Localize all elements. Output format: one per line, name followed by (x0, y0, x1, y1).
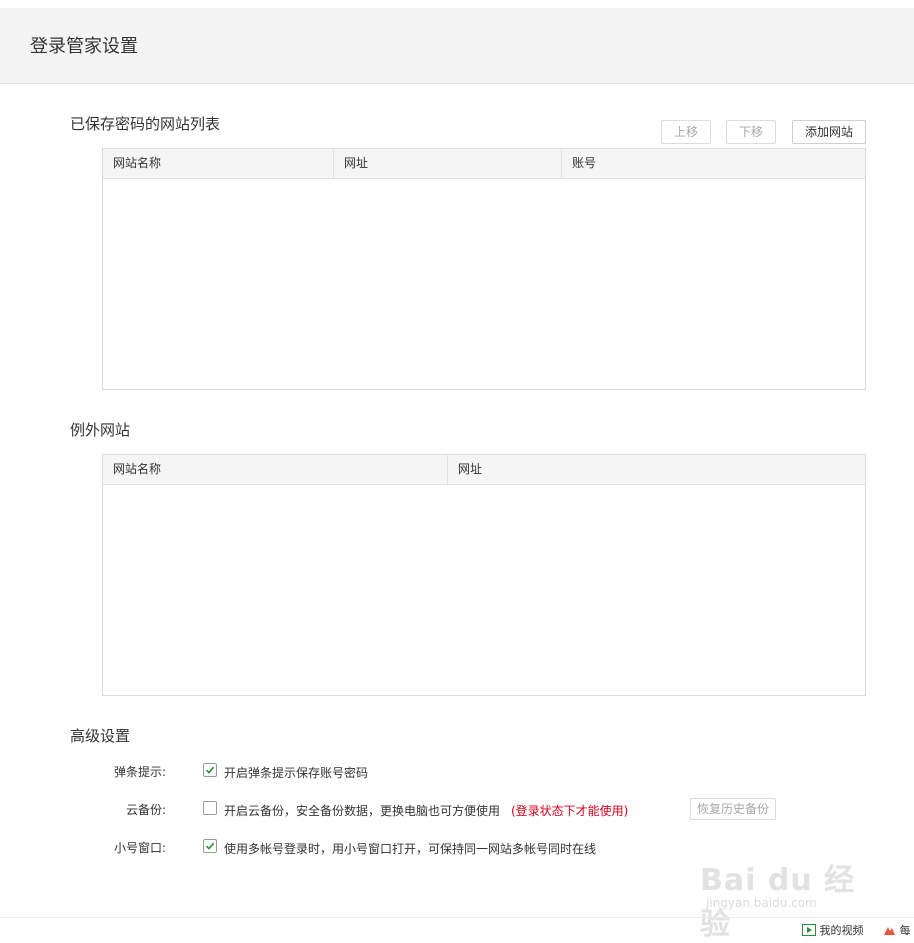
top-strip (0, 0, 914, 8)
column-url[interactable]: 网址 (447, 455, 865, 484)
page-title: 登录管家设置 (30, 36, 138, 57)
column-url[interactable]: 网址 (333, 149, 561, 178)
restore-backup-button[interactable]: 恢复历史备份 (690, 798, 776, 820)
advanced-settings-title: 高级设置 (70, 727, 131, 745)
cloud-backup-warning: (登录状态下才能使用) (511, 804, 629, 818)
popup-hint-label: 弹条提示: (113, 765, 166, 779)
footer-partial-label: 每 (899, 924, 911, 937)
watermark-url: jingyan.baidu.com (706, 896, 817, 910)
popup-hint-checkbox[interactable] (203, 763, 217, 777)
check-icon (205, 766, 215, 774)
saved-sites-table-header: 网站名称 网址 账号 (103, 149, 865, 179)
small-window-checkbox[interactable] (203, 839, 217, 853)
play-icon (802, 924, 816, 936)
my-videos-label: 我的视频 (819, 924, 864, 937)
baidu-jingyan-watermark: Bai du 经验 jingyan.baidu.com (700, 835, 870, 942)
move-up-button[interactable]: 上移 (661, 120, 711, 144)
my-videos-link[interactable]: 我的视频 (802, 922, 864, 938)
move-down-button[interactable]: 下移 (726, 120, 776, 144)
saved-sites-table: 网站名称 网址 账号 (102, 148, 866, 390)
footer-partial-link[interactable]: 每 (883, 922, 911, 938)
small-window-text: 使用多帐号登录时，用小号窗口打开，可保持同一网站多帐号同时在线 (224, 842, 597, 856)
page-header: 登录管家设置 (0, 8, 914, 84)
add-site-button[interactable]: 添加网站 (792, 120, 866, 144)
saved-sites-title: 已保存密码的网站列表 (70, 115, 221, 133)
cloud-backup-text: 开启云备份，安全备份数据，更换电脑也可方便使用 (224, 804, 501, 818)
check-icon (205, 842, 215, 850)
fire-icon (884, 927, 895, 935)
exception-sites-title: 例外网站 (70, 421, 131, 439)
footer-divider (0, 917, 914, 918)
column-site-name[interactable]: 网站名称 (103, 149, 333, 178)
exception-sites-table: 网站名称 网址 (102, 454, 866, 696)
small-window-label: 小号窗口: (113, 841, 166, 855)
exception-sites-table-header: 网站名称 网址 (103, 455, 865, 485)
popup-hint-text: 开启弹条提示保存账号密码 (224, 766, 369, 780)
cloud-backup-label: 云备份: (125, 803, 166, 817)
column-account[interactable]: 账号 (561, 149, 865, 178)
cloud-backup-checkbox[interactable] (203, 801, 217, 815)
column-site-name[interactable]: 网站名称 (103, 455, 447, 484)
